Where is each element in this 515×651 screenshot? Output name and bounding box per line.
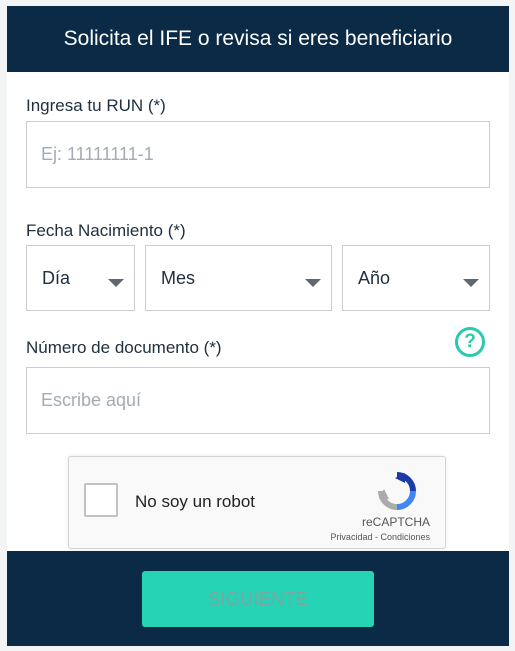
recaptcha-logo-icon [378, 472, 416, 510]
month-select-value: Mes [161, 267, 196, 288]
recaptcha-brand: reCAPTCHA [361, 515, 430, 529]
day-select-value: Día [42, 267, 71, 288]
chevron-down-icon [463, 279, 479, 287]
birthdate-label: Fecha Nacimiento (*) [26, 221, 186, 240]
help-glyph: ? [464, 331, 476, 352]
form-header: Solicita el IFE o revisa si eres benefic… [7, 6, 509, 72]
chevron-down-icon [305, 279, 321, 287]
captcha-label: No soy un robot [135, 492, 256, 511]
month-select[interactable]: Mes [145, 245, 332, 311]
chevron-down-icon [108, 279, 124, 287]
form-card: Solicita el IFE o revisa si eres benefic… [7, 6, 509, 646]
recaptcha-widget: No soy un robot reCAPTCHA Privacidad - C… [68, 456, 446, 549]
captcha-checkbox[interactable] [84, 483, 118, 517]
year-select[interactable]: Año [342, 245, 490, 311]
year-select-value: Año [358, 267, 391, 288]
page-title: Solicita el IFE o revisa si eres benefic… [63, 27, 453, 50]
next-button[interactable]: SIGUIENTE [142, 571, 374, 627]
day-select[interactable]: Día [26, 245, 135, 311]
document-number-input[interactable] [26, 367, 490, 434]
document-label: Número de documento (*) [26, 338, 222, 357]
recaptcha-links[interactable]: Privacidad - Condiciones [330, 532, 430, 542]
question-circle-icon[interactable]: ? [455, 327, 485, 357]
run-label: Ingresa tu RUN (*) [26, 96, 166, 115]
run-input[interactable] [26, 121, 490, 188]
form-footer: SIGUIENTE [7, 551, 509, 646]
